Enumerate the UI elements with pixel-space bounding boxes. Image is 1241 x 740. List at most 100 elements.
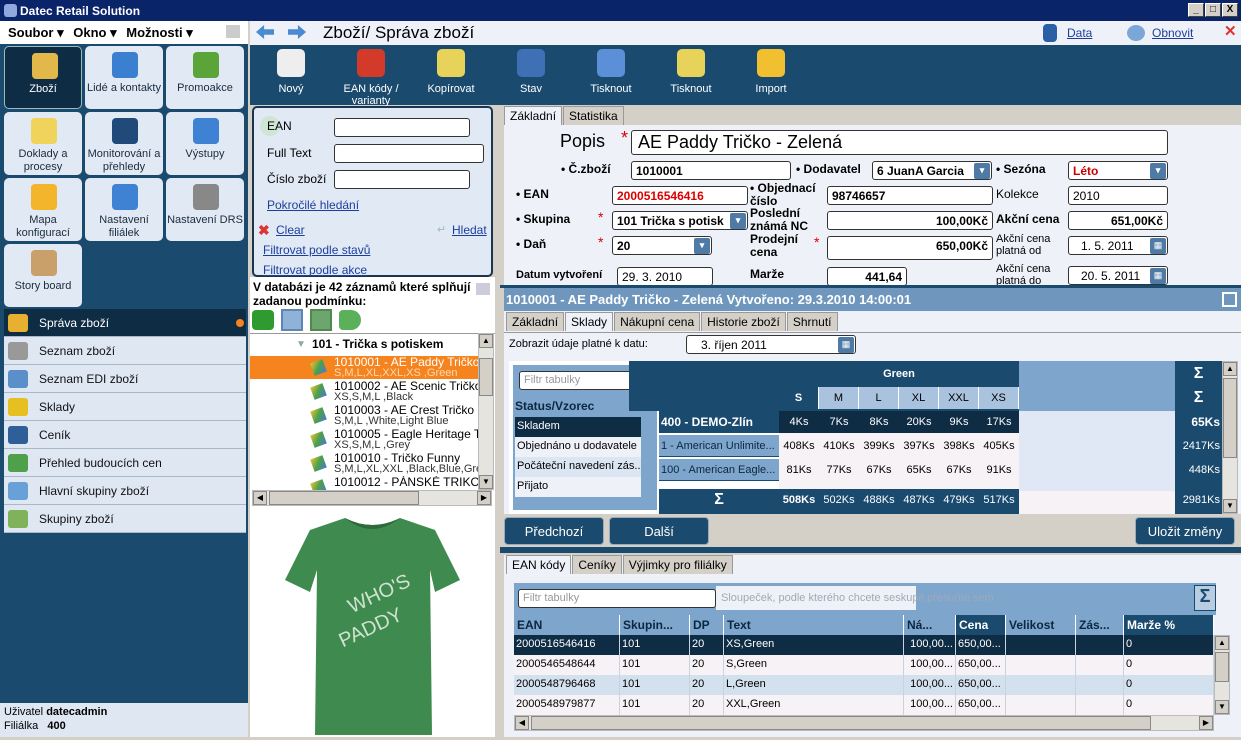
toolbar-button-6[interactable]: Import <box>736 45 806 105</box>
nav-item-2[interactable]: Seznam EDI zboží <box>4 365 246 393</box>
marze-input[interactable]: 441,64 <box>827 267 907 286</box>
nav-item-0[interactable]: Správa zboží <box>4 309 246 337</box>
tile-3[interactable]: Doklady a procesy <box>4 112 82 175</box>
status-item[interactable]: Přijato <box>515 477 641 497</box>
menu-soubor[interactable]: Soubor ▾ <box>8 25 64 40</box>
cislo-input[interactable] <box>334 170 470 189</box>
nc-input[interactable]: 100,00Kč <box>827 211 993 230</box>
tab-grid-1[interactable]: Ceníky <box>572 555 622 574</box>
scroll-right-button[interactable]: ▶ <box>477 491 491 505</box>
sezona-select[interactable]: Léto ▾ <box>1068 161 1168 180</box>
tree-group[interactable]: 101 - Trička s potiskem <box>312 337 443 351</box>
collapse-icon[interactable] <box>476 283 490 295</box>
forward-arrow-icon[interactable] <box>288 25 306 39</box>
scroll-down-button[interactable]: ▼ <box>1215 700 1229 714</box>
table-row[interactable]: 2000548979877 101 20 XXL,Green 100,00... 650,… <box>514 695 1214 715</box>
result-item[interactable]: 1010005 - Eagle Heritage TričkoXS,S,M,L … <box>250 428 478 451</box>
chevron-down-icon[interactable]: ▾ <box>694 238 710 254</box>
pivot-field-header[interactable]: Status/Vzorec <box>515 399 594 413</box>
scroll-left-button[interactable]: ◀ <box>253 491 267 505</box>
save-changes-button[interactable]: Uložit změny <box>1135 517 1235 545</box>
tab-grid-2[interactable]: Výjimky pro filiálky <box>622 555 733 574</box>
status-item[interactable]: Počáteční navedení zás... <box>515 457 641 477</box>
grid-hscrollbar[interactable]: ◀ ▶ <box>514 715 1214 731</box>
maximize-button[interactable]: □ <box>1205 3 1221 17</box>
maximize-panel-icon[interactable] <box>1222 292 1237 307</box>
result-item[interactable]: 1010003 - AE Crest Tričko S,M,L ,White,Li… <box>250 404 478 427</box>
akcni-do-date[interactable]: 20. 5. 2011 ▦ <box>1068 266 1168 285</box>
nav-item-1[interactable]: Seznam zboží <box>4 337 246 365</box>
pivot-row-header[interactable]: 100 - American Eagle... <box>659 459 779 481</box>
price-tag-chart-icon[interactable] <box>339 310 361 330</box>
scroll-down-button[interactable]: ▼ <box>1223 499 1237 513</box>
column-header[interactable]: Text <box>724 615 904 635</box>
group-by-drop-area[interactable]: Sloupeček, podle kterého chcete seskupit… <box>716 586 994 610</box>
table-view-icon[interactable] <box>281 309 303 331</box>
data-link[interactable]: Data <box>1067 26 1092 40</box>
column-header[interactable]: Velikost <box>1006 615 1076 635</box>
previous-button[interactable]: Předchozí <box>504 517 604 545</box>
toolbar-button-3[interactable]: Stav <box>496 45 566 105</box>
result-item[interactable]: 1010001 - AE Paddy Tričko S,M,L,XL,XXL,XS… <box>250 356 478 379</box>
close-button[interactable]: X <box>1222 3 1238 17</box>
cislo-input[interactable]: 1010001 <box>631 161 791 180</box>
collapse-icon[interactable] <box>226 25 240 38</box>
nav-item-7[interactable]: Skupiny zboží <box>4 505 246 533</box>
nav-item-4[interactable]: Ceník <box>4 421 246 449</box>
akcni-od-date[interactable]: 1. 5. 2011 ▦ <box>1068 236 1168 255</box>
column-header[interactable]: DP <box>690 615 724 635</box>
next-button[interactable]: Další <box>609 517 709 545</box>
kolekce-input[interactable]: 2010 <box>1068 186 1168 205</box>
tab-zakladni[interactable]: Základní <box>504 106 563 125</box>
tile-5[interactable]: Výstupy <box>166 112 244 175</box>
tile-6[interactable]: Mapa konfigurací <box>4 178 82 241</box>
minimize-button[interactable]: _ <box>1188 3 1204 17</box>
hscroll-thumb[interactable] <box>531 716 1151 730</box>
scroll-thumb[interactable] <box>1223 378 1237 458</box>
grid-filter-input[interactable]: Filtr tabulky <box>518 589 716 608</box>
filter-state-link[interactable]: Filtrovat podle stavů <box>263 243 370 257</box>
column-header[interactable]: Marže % <box>1124 615 1214 635</box>
column-header[interactable]: Cena <box>956 615 1006 635</box>
popis-input[interactable]: AE Paddy Tričko - Zelená <box>631 130 1168 155</box>
status-item[interactable]: Objednáno u dodavatele <box>515 437 641 457</box>
skupina-select[interactable]: 101 Trička s potisk ▾ <box>612 211 748 230</box>
scroll-down-button[interactable]: ▼ <box>479 475 493 489</box>
menu-moznosti[interactable]: Možnosti ▾ <box>126 25 192 40</box>
scroll-thumb[interactable] <box>1215 652 1229 682</box>
toolbar-button-1[interactable]: EAN kódy / varianty <box>336 45 406 107</box>
back-arrow-icon[interactable] <box>256 25 274 39</box>
table-row[interactable]: 2000548796468 101 20 L,Green 100,00... 650,00… <box>514 675 1214 695</box>
akcni-input[interactable]: 651,00Kč <box>1068 211 1168 230</box>
tab-detail-0[interactable]: Základní <box>506 312 565 331</box>
tab-detail-2[interactable]: Nákupní cena <box>614 312 701 331</box>
pivot-row-header[interactable]: 1 - American Unlimite... <box>659 435 779 457</box>
chevron-down-icon[interactable]: ▾ <box>974 163 990 179</box>
tile-4[interactable]: Monitorování a přehledy <box>85 112 163 175</box>
tile-9[interactable]: Story board <box>4 244 82 307</box>
tab-statistika[interactable]: Statistika <box>563 106 624 125</box>
prodejni-input[interactable]: 650,00Kč <box>827 236 993 260</box>
tab-detail-4[interactable]: Shrnutí <box>786 312 838 331</box>
datum-input[interactable]: 29. 3. 2010 <box>617 267 713 286</box>
scroll-up-button[interactable]: ▲ <box>1215 636 1229 650</box>
column-header[interactable]: Ná... <box>904 615 956 635</box>
filter-action-link[interactable]: Filtrovat podle akce <box>263 263 367 277</box>
column-header[interactable]: Skupin... <box>620 615 690 635</box>
chevron-down-icon[interactable]: ▾ <box>1150 163 1166 179</box>
ean-input[interactable] <box>334 118 470 137</box>
ean-field[interactable]: 2000516546416 <box>612 186 748 205</box>
menu-okno[interactable]: Okno ▾ <box>73 25 116 40</box>
result-item[interactable]: 1010012 - PÁNSKÉ TRIKO <box>250 476 478 490</box>
toolbar-button-2[interactable]: Kopírovat <box>416 45 486 105</box>
status-item[interactable]: Skladem <box>515 417 641 437</box>
nav-item-6[interactable]: Hlavní skupiny zboží <box>4 477 246 505</box>
column-header[interactable]: Zás... <box>1076 615 1124 635</box>
table-row[interactable]: 2000546548644 101 20 S,Green 100,00... 650,00… <box>514 655 1214 675</box>
excel-export-icon[interactable] <box>310 309 332 331</box>
result-item[interactable]: 1010010 - Tričko Funny S,M,L,XL,XXL ,Blac… <box>250 452 478 475</box>
scroll-up-button[interactable]: ▲ <box>1223 362 1237 376</box>
info-icon[interactable] <box>252 310 274 330</box>
tab-detail-1[interactable]: Sklady <box>565 312 614 331</box>
calendar-icon[interactable]: ▦ <box>838 337 854 353</box>
